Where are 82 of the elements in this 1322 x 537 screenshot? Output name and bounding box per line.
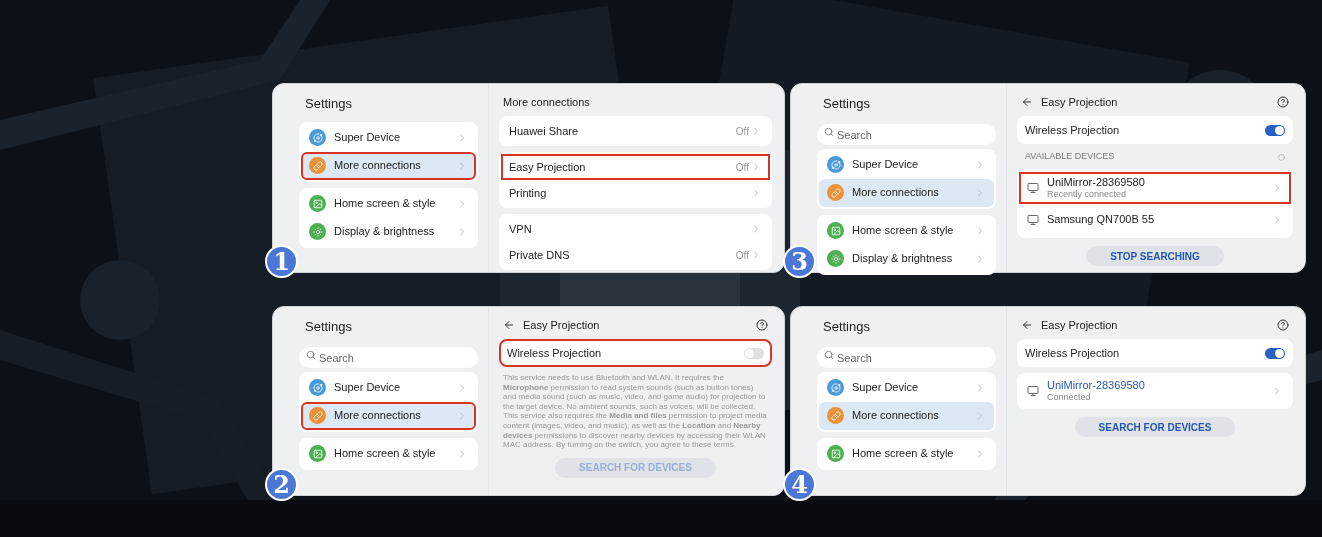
- toggle-label: Wireless Projection: [1025, 122, 1121, 138]
- device-name: UniMirror-28369580: [1047, 378, 1146, 393]
- device-status: Connected: [1047, 392, 1092, 404]
- device-row[interactable]: UniMirror-28369580 Recently connected: [1019, 172, 1291, 204]
- settings-row[interactable]: Private DNS Off: [501, 242, 770, 268]
- toggle-label: Wireless Projection: [1025, 345, 1121, 361]
- settings-row[interactable]: Huawei Share Off: [501, 118, 770, 144]
- help-icon[interactable]: [1277, 319, 1289, 331]
- row-label: VPN: [509, 221, 533, 237]
- sidebar-item[interactable]: Display & brightness: [819, 244, 994, 273]
- settings-row[interactable]: VPN: [501, 216, 770, 242]
- sidebar-label: More connections: [852, 185, 940, 201]
- sidebar-item[interactable]: Super Device: [301, 373, 476, 402]
- device-row[interactable]: UniMirror-28369580 Connected: [1019, 375, 1291, 407]
- page-title: Easy Projection: [1041, 94, 1119, 110]
- back-icon[interactable]: [1021, 319, 1033, 331]
- notice-text: This service needs to use Bluetooth and WLAN. It requires the Microphone permission to read system sounds (such as button tones) and media sound (such as music, video, and game audio) for projection to the target device. No ambient sounds, such as voices, will be collected. This service also requires the Media and files permission to project media content (images, video, and music), as well as the Location and Nearby devices permissions to discover nearby devices by accessing their WLAN MAC address. By turning on the switch, you agree to these terms.: [502, 373, 768, 450]
- page-title: Easy Projection: [523, 317, 601, 333]
- toggle-switch[interactable]: [1265, 124, 1285, 136]
- sidebar-item[interactable]: Super Device: [819, 150, 994, 179]
- settings-row[interactable]: Printing: [501, 180, 770, 206]
- section-label: AVAILABLE DEVICES: [1025, 150, 1116, 164]
- search-field[interactable]: Search: [817, 347, 996, 368]
- sidebar-item[interactable]: Super Device: [819, 373, 994, 402]
- help-icon[interactable]: [756, 319, 768, 331]
- sidebar-label: Home screen & style: [852, 223, 955, 239]
- sidebar-label: Display & brightness: [334, 224, 436, 240]
- sidebar-label: Home screen & style: [852, 446, 955, 462]
- sidebar-label: More connections: [334, 158, 422, 174]
- sidebar-label: Super Device: [852, 380, 920, 396]
- sidebar-item[interactable]: More connections: [819, 401, 994, 430]
- row-value: Off: [735, 124, 749, 139]
- row-value: Off: [735, 160, 749, 175]
- sidebar-item[interactable]: Home screen & style: [819, 216, 994, 245]
- action-button[interactable]: STOP SEARCHING: [1086, 246, 1224, 266]
- page-title: Easy Projection: [1041, 317, 1119, 333]
- sidebar-label: Super Device: [334, 380, 402, 396]
- device-name: Samsung QN700B 55: [1047, 213, 1155, 227]
- sidebar-item[interactable]: More connections: [301, 401, 476, 430]
- sidebar-item[interactable]: More connections: [819, 178, 994, 207]
- row-label: Private DNS: [509, 247, 571, 263]
- sidebar-item[interactable]: Home screen & style: [301, 189, 476, 218]
- help-icon[interactable]: [1277, 96, 1289, 108]
- sidebar-item[interactable]: Super Device: [301, 123, 476, 152]
- monitor-icon: [1027, 214, 1039, 226]
- toggle-switch[interactable]: [1265, 347, 1285, 359]
- row-label: Printing: [509, 185, 548, 201]
- row-label: Easy Projection: [509, 159, 587, 175]
- sidebar-title: Settings: [304, 318, 353, 336]
- back-icon[interactable]: [503, 319, 515, 331]
- sidebar-item[interactable]: More connections: [301, 151, 476, 180]
- sidebar-item[interactable]: Display & brightness: [301, 217, 476, 246]
- sidebar-label: Super Device: [334, 130, 402, 146]
- sidebar-label: Display & brightness: [852, 251, 954, 267]
- action-button[interactable]: SEARCH FOR DEVICES: [1074, 417, 1236, 437]
- device-name: UniMirror-28369580: [1047, 175, 1146, 190]
- sidebar-title: Settings: [822, 318, 871, 336]
- monitor-icon: [1027, 385, 1039, 397]
- sidebar-item[interactable]: Home screen & style: [301, 439, 476, 468]
- device-row[interactable]: Samsung QN700B 55: [1019, 204, 1291, 236]
- sidebar-label: Home screen & style: [334, 446, 437, 462]
- settings-row[interactable]: Easy Projection Off: [501, 154, 770, 180]
- sidebar-label: More connections: [852, 408, 940, 424]
- sidebar-item[interactable]: Home screen & style: [819, 439, 994, 468]
- row-value: Off: [735, 248, 749, 263]
- sidebar-label: Super Device: [852, 157, 920, 173]
- search-icon: [306, 350, 316, 360]
- search-field[interactable]: Search: [299, 347, 478, 368]
- sidebar-label: Home screen & style: [334, 196, 437, 212]
- search-icon: [824, 350, 834, 360]
- sidebar-title: Settings: [304, 95, 353, 113]
- back-icon[interactable]: [1021, 96, 1033, 108]
- toggle-switch[interactable]: [744, 347, 764, 359]
- toggle-label: Wireless Projection: [507, 345, 603, 361]
- sidebar-title: Settings: [822, 95, 871, 113]
- device-status: Recently connected: [1047, 189, 1128, 201]
- search-icon: [824, 127, 834, 137]
- monitor-icon: [1027, 182, 1039, 194]
- page-title: More connections: [503, 94, 591, 110]
- sidebar-label: More connections: [334, 408, 422, 424]
- search-field[interactable]: Search: [817, 124, 996, 145]
- row-label: Huawei Share: [509, 123, 580, 139]
